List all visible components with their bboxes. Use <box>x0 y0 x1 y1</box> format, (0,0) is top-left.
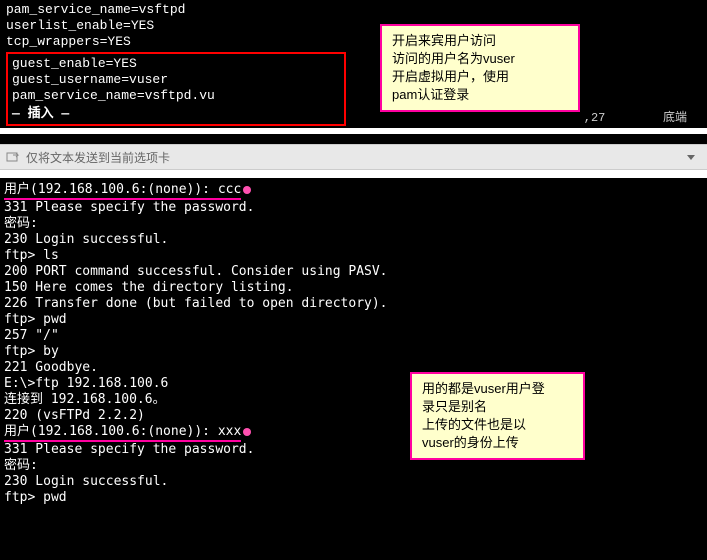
terminal-output[interactable]: 用户(192.168.100.6:(none)): ccc 331 Please… <box>0 178 707 510</box>
note-line: 上传的文件也是以 <box>422 416 573 434</box>
terminal-line: 221 Goodbye. <box>4 360 703 376</box>
terminal-line: E:\>ftp 192.168.100.6 <box>4 376 703 392</box>
highlighted-prompt: 用户(192.168.100.6:(none)): ccc <box>4 182 241 200</box>
terminal-line: 257 "/" <box>4 328 703 344</box>
terminal-line: 220 (vsFTPd 2.2.2) <box>4 408 703 424</box>
terminal-line: ftp> pwd <box>4 490 703 506</box>
separator <box>0 128 707 134</box>
terminal-line: 226 Transfer done (but failed to open di… <box>4 296 703 312</box>
position-mode: 底端 <box>663 111 687 125</box>
tab-send-icon <box>6 150 20 164</box>
terminal-line: 密码: <box>4 216 703 232</box>
terminal-line: ftp> pwd <box>4 312 703 328</box>
terminal-line: 用户(192.168.100.6:(none)): xxx <box>4 424 703 442</box>
note-line: 录只是别名 <box>422 398 573 416</box>
dropdown-arrow-icon[interactable] <box>687 155 695 160</box>
config-line: tcp_wrappers=YES <box>6 34 701 50</box>
terminal-line: 230 Login successful. <box>4 474 703 490</box>
tab-bar: 仅将文本发送到当前选项卡 <box>0 144 707 170</box>
terminal-line: ftp> by <box>4 344 703 360</box>
annotation-note-2: 用的都是vuser用户登 录只是别名 上传的文件也是以 vuser的身份上传 <box>410 372 585 460</box>
config-line: guest_enable=YES <box>12 56 340 72</box>
marker-dot-icon <box>243 186 251 194</box>
cursor-position: ,27 <box>584 111 606 125</box>
config-line: pam_service_name=vsftpd <box>6 2 701 18</box>
note-line: pam认证登录 <box>392 86 568 104</box>
note-line: vuser的身份上传 <box>422 434 573 452</box>
note-line: 开启虚拟用户，使用 <box>392 68 568 86</box>
terminal-line: 331 Please specify the password. <box>4 200 703 216</box>
annotation-note-1: 开启来宾用户访问 访问的用户名为vuser 开启虚拟用户，使用 pam认证登录 <box>380 24 580 112</box>
note-line: 访问的用户名为vuser <box>392 50 568 68</box>
terminal-line: 连接到 192.168.100.6。 <box>4 392 703 408</box>
editor-status: ,27 底端 <box>584 108 687 125</box>
terminal-line: 200 PORT command successful. Consider us… <box>4 264 703 280</box>
terminal-line: 150 Here comes the directory listing. <box>4 280 703 296</box>
note-line: 用的都是vuser用户登 <box>422 380 573 398</box>
terminal-line: 331 Please specify the password. <box>4 442 703 458</box>
highlighted-prompt: 用户(192.168.100.6:(none)): xxx <box>4 424 241 442</box>
highlight-box: guest_enable=YES guest_username=vuser pa… <box>6 52 346 126</box>
separator <box>0 170 707 178</box>
marker-dot-icon <box>243 428 251 436</box>
config-line: guest_username=vuser <box>12 72 340 88</box>
insert-mode-indicator: — 插入 — <box>12 106 340 122</box>
terminal-line: 用户(192.168.100.6:(none)): ccc <box>4 182 703 200</box>
note-line: 开启来宾用户访问 <box>392 32 568 50</box>
terminal-line: 密码: <box>4 458 703 474</box>
config-line: userlist_enable=YES <box>6 18 701 34</box>
tab-bar-text: 仅将文本发送到当前选项卡 <box>26 149 170 166</box>
terminal-line: 230 Login successful. <box>4 232 703 248</box>
config-line: pam_service_name=vsftpd.vu <box>12 88 340 104</box>
terminal-line: ftp> ls <box>4 248 703 264</box>
